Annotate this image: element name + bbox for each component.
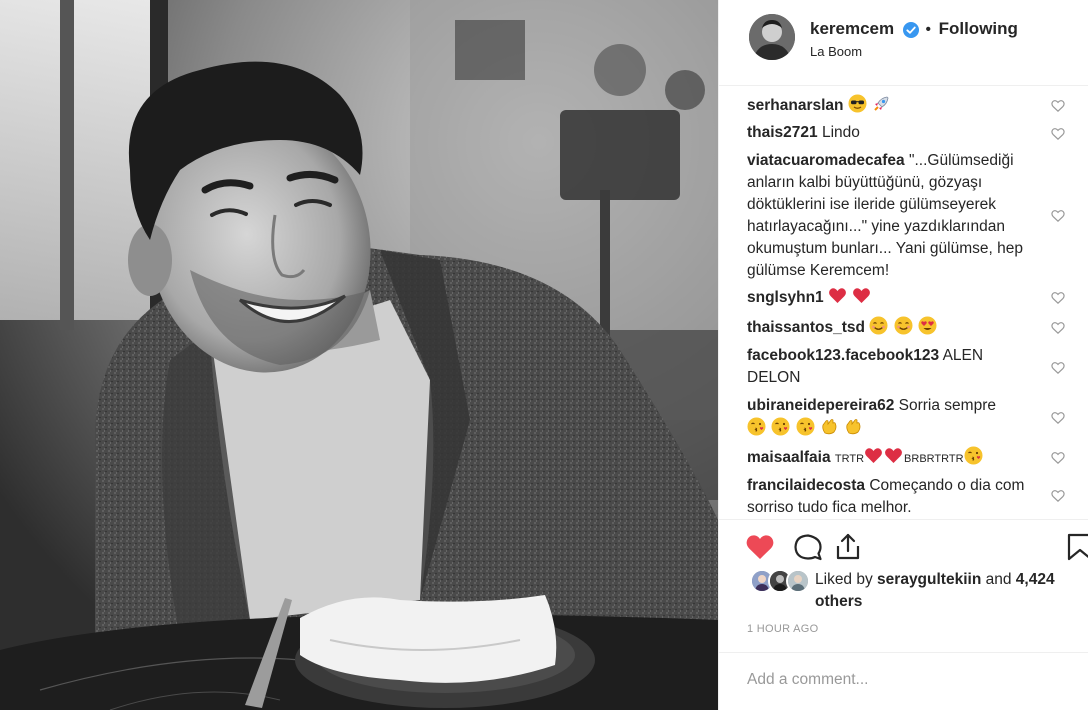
heart-outline-icon[interactable] — [1051, 320, 1065, 335]
comment-username[interactable]: facebook123.facebook123 — [747, 347, 939, 364]
likes-prefix: Liked by — [815, 571, 873, 588]
likes-text: Liked by seraygultekiin and 4,424 others — [815, 569, 1075, 613]
add-comment-bar — [719, 652, 1088, 710]
red-heart-emoji — [884, 446, 903, 465]
red-heart-emoji — [852, 286, 871, 305]
share-arrow-icon[interactable] — [833, 532, 863, 562]
comment-text: "...Gülümsediği anların kalbi büyüttüğün… — [747, 152, 1023, 279]
heart-outline-icon[interactable] — [1051, 98, 1065, 113]
author-avatar[interactable] — [749, 14, 795, 60]
post-photo-image — [0, 0, 718, 710]
comment-text: TRTR — [834, 453, 865, 465]
heart-filled-icon[interactable] — [745, 532, 775, 562]
comment-item: ubiraneidepereira62 Sorria sempre — [747, 395, 1065, 440]
comment-item: serhanarslan — [747, 94, 1065, 117]
comment-item: maisaalfaia TRTR BRBRTRTR — [747, 446, 1065, 470]
kiss-emoji — [771, 417, 790, 436]
heart-outline-icon[interactable] — [1051, 290, 1065, 305]
comment-item: thais2721 Lindo — [747, 122, 1065, 144]
red-heart-emoji — [828, 286, 847, 305]
comment-username[interactable]: thais2721 — [747, 124, 818, 141]
smiling-blush-emoji — [894, 316, 913, 335]
smiling-blush-emoji — [869, 316, 888, 335]
rocket-emoji — [872, 94, 891, 113]
comments-list[interactable]: serhanarslan thais2721 Lindo viatacuarom… — [719, 86, 1088, 519]
separator-dot: • — [925, 21, 931, 38]
bookmark-icon[interactable] — [1065, 532, 1088, 562]
comment-text: BRBRTRTR — [904, 453, 964, 465]
speech-bubble-icon[interactable] — [793, 532, 823, 562]
comment-item: facebook123.facebook123 ALEN DELON — [747, 345, 1065, 389]
post-photo[interactable] — [0, 0, 718, 710]
comment-username[interactable]: maisaalfaia — [747, 449, 831, 466]
sunglasses-emoji — [848, 94, 867, 113]
author-line: keremcem • Following — [810, 19, 1018, 39]
post-header: keremcem • Following La Boom — [719, 0, 1088, 86]
comment-username[interactable]: snglsyhn1 — [747, 289, 824, 306]
verified-badge-icon — [902, 21, 919, 38]
comment-item: snglsyhn1 — [747, 286, 1065, 309]
comment-item: viatacuaromadecafea "...Gülümsediği anla… — [747, 150, 1065, 282]
author-username[interactable]: keremcem — [810, 19, 894, 38]
clap-emoji — [820, 417, 839, 436]
liker-avatar — [786, 569, 810, 593]
heart-outline-icon[interactable] — [1051, 450, 1065, 465]
heart-outline-icon[interactable] — [1051, 208, 1065, 223]
comment-text: Sorria sempre — [898, 397, 996, 414]
heart-outline-icon[interactable] — [1051, 126, 1065, 141]
comment-item: thaissantos_tsd — [747, 316, 1065, 339]
post-location[interactable]: La Boom — [810, 44, 862, 59]
likes-and: and — [985, 571, 1012, 588]
heart-eyes-emoji — [918, 316, 937, 335]
comment-username[interactable]: thaissantos_tsd — [747, 319, 865, 336]
add-comment-input[interactable] — [747, 665, 1067, 695]
comment-username[interactable]: ubiraneidepereira62 — [747, 397, 894, 414]
action-bar — [719, 519, 1088, 569]
clap-emoji — [844, 417, 863, 436]
heart-outline-icon[interactable] — [1051, 488, 1065, 503]
red-heart-emoji — [864, 446, 883, 465]
post-timestamp[interactable]: 1 HOUR AGO — [747, 623, 818, 635]
comment-username[interactable]: francilaidecosta — [747, 477, 865, 494]
comment-item: francilaidecosta Começando o dia com sor… — [747, 475, 1065, 519]
author-avatar-image — [749, 14, 795, 60]
post-side-panel: keremcem • Following La Boom serhanarsla… — [718, 0, 1088, 710]
kiss-emoji — [964, 446, 983, 465]
kiss-emoji — [747, 417, 766, 436]
kiss-emoji — [796, 417, 815, 436]
comment-username[interactable]: viatacuaromadecafea — [747, 152, 905, 169]
heart-outline-icon[interactable] — [1051, 360, 1065, 375]
heart-outline-icon[interactable] — [1051, 410, 1065, 425]
following-button[interactable]: Following — [939, 19, 1018, 38]
comment-text: Lindo — [821, 124, 860, 141]
instagram-post-modal: keremcem • Following La Boom serhanarsla… — [0, 0, 1088, 710]
comment-username[interactable]: serhanarslan — [747, 97, 844, 114]
liker-username[interactable]: seraygultekiin — [877, 571, 981, 588]
liker-avatars[interactable] — [750, 569, 814, 593]
